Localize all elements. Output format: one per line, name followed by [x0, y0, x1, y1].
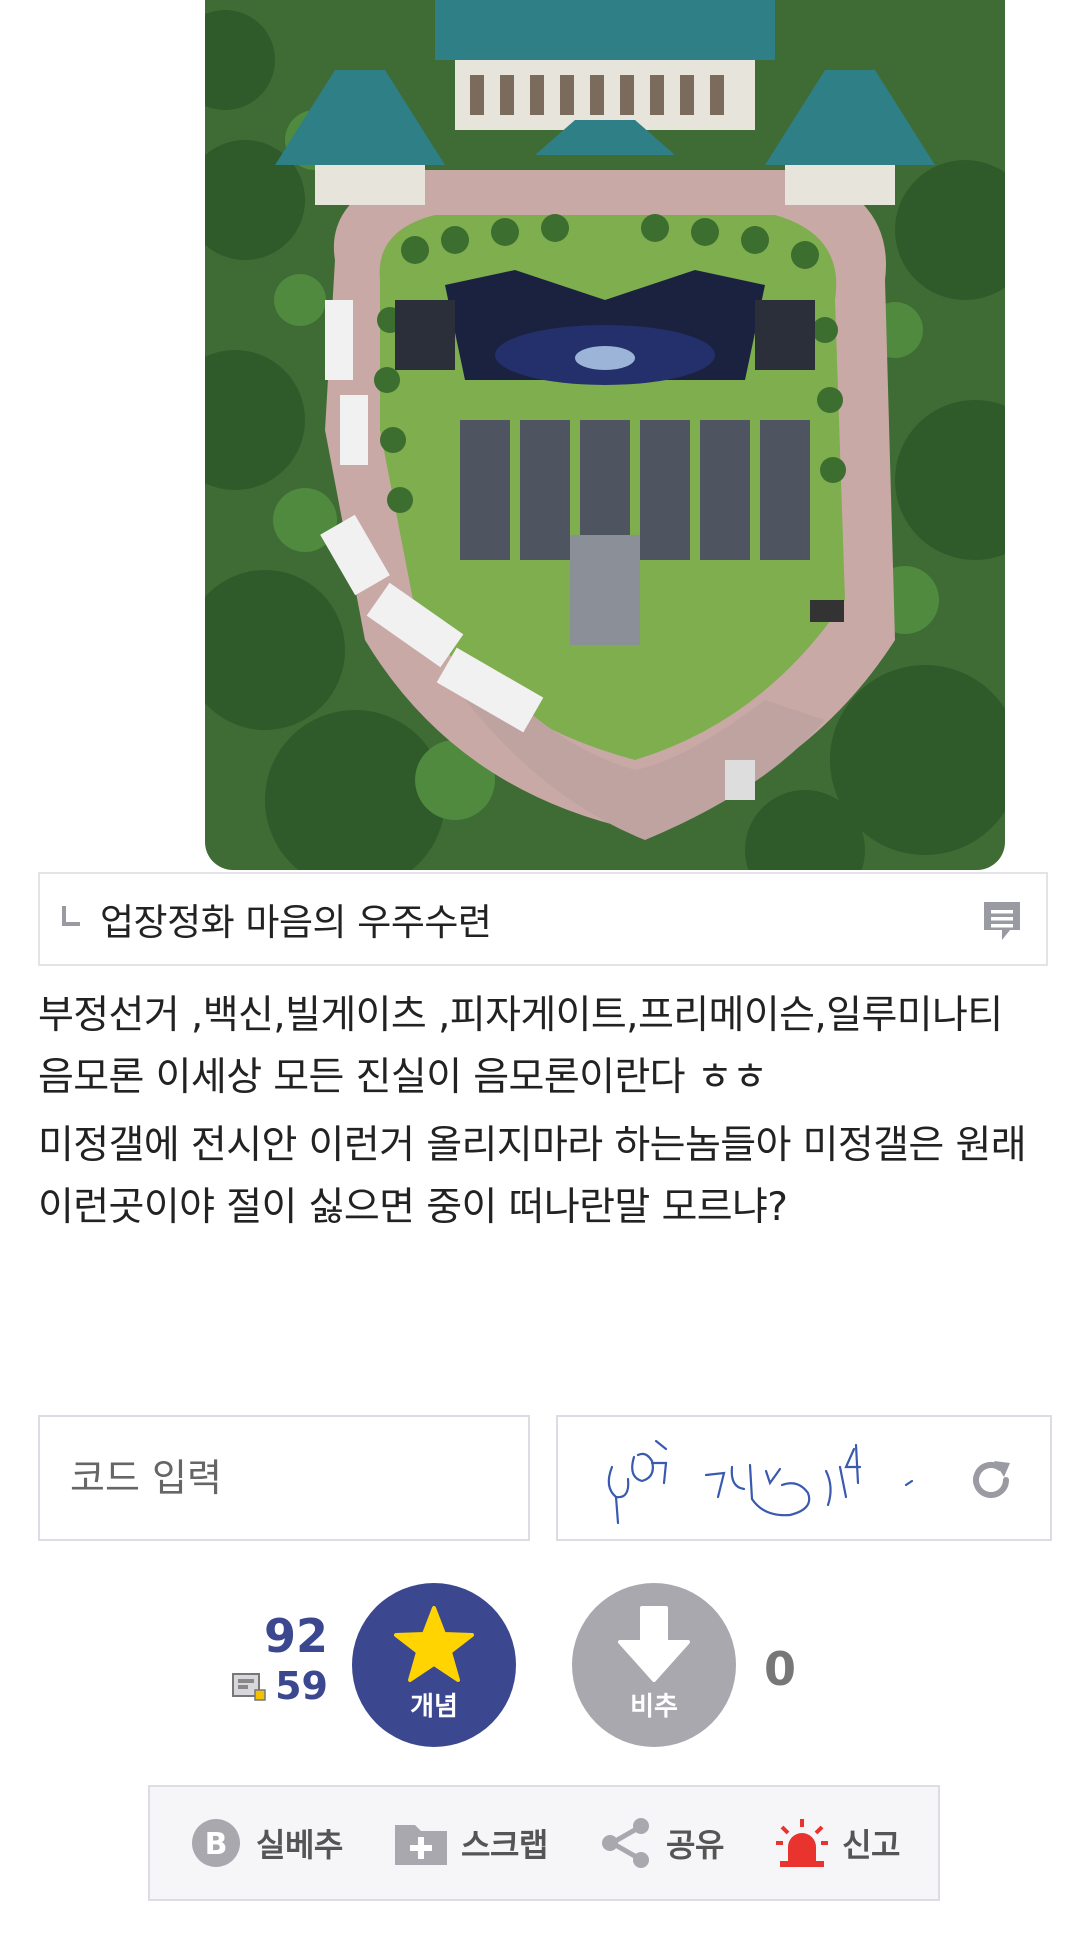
- best-b-icon: B: [192, 1819, 240, 1867]
- star-icon: [394, 1605, 474, 1682]
- reply-context-bar[interactable]: 업장정화 마음의 우주수련: [38, 872, 1048, 966]
- best-recommend-button[interactable]: B 실베추: [188, 1817, 343, 1869]
- fixed-nick-count-row: 59: [200, 1664, 328, 1708]
- report-label: 신고: [842, 1826, 900, 1864]
- downvote-count: 0: [764, 1642, 797, 1696]
- down-arrow-icon: [618, 1605, 690, 1682]
- upvote-count: 92: [263, 1609, 328, 1663]
- share-icon: [602, 1818, 650, 1868]
- refresh-icon[interactable]: [968, 1457, 1014, 1503]
- vote-counts: 92 59: [200, 1610, 328, 1708]
- captcha-box: [556, 1415, 1052, 1541]
- post-paragraph: 부정선거 ,백신,빌게이츠 ,피자게이트,프리메이슨,일루미나티 음모론 이세상…: [38, 993, 1003, 1100]
- siren-icon: [776, 1819, 829, 1867]
- upvote-button[interactable]: 개념: [352, 1583, 516, 1747]
- post-action-bar: B 실베추 스크랩 공유 신고: [148, 1785, 940, 1901]
- share-label: 공유: [666, 1826, 724, 1864]
- reply-target-title: 업장정화 마음의 우주수련: [100, 901, 492, 944]
- folder-plus-icon: [395, 1825, 448, 1865]
- post-body: 부정선거 ,백신,빌게이츠 ,피자게이트,프리메이슨,일루미나티 음모론 이세상…: [38, 985, 1048, 1245]
- scrap-button[interactable]: 스크랩: [393, 1817, 548, 1869]
- captcha-image: [607, 1439, 914, 1525]
- report-button[interactable]: 신고: [774, 1817, 900, 1869]
- post-image[interactable]: [205, 0, 1005, 870]
- fixed-nick-icon: [232, 1673, 266, 1701]
- captcha-code-input[interactable]: [38, 1415, 530, 1541]
- post-paragraph: 미정갤에 전시안 이런거 올리지마라 하는놈들아 미정갤은 원래 이런곳이야 절…: [38, 1123, 1027, 1230]
- svg-text:B: B: [205, 1827, 228, 1862]
- reply-arrow-icon: [62, 906, 80, 926]
- downvote-button[interactable]: 비추: [572, 1583, 736, 1747]
- upvote-label: 개념: [410, 1691, 458, 1722]
- scrap-label: 스크랩: [461, 1826, 548, 1864]
- downvote-label: 비추: [630, 1691, 678, 1722]
- fixed-nick-upvote-count: 59: [275, 1664, 328, 1708]
- aerial-photo-illustration: [205, 0, 1005, 870]
- comment-icon[interactable]: [980, 898, 1024, 944]
- share-button[interactable]: 공유: [598, 1817, 724, 1869]
- best-recommend-label: 실베추: [256, 1826, 343, 1864]
